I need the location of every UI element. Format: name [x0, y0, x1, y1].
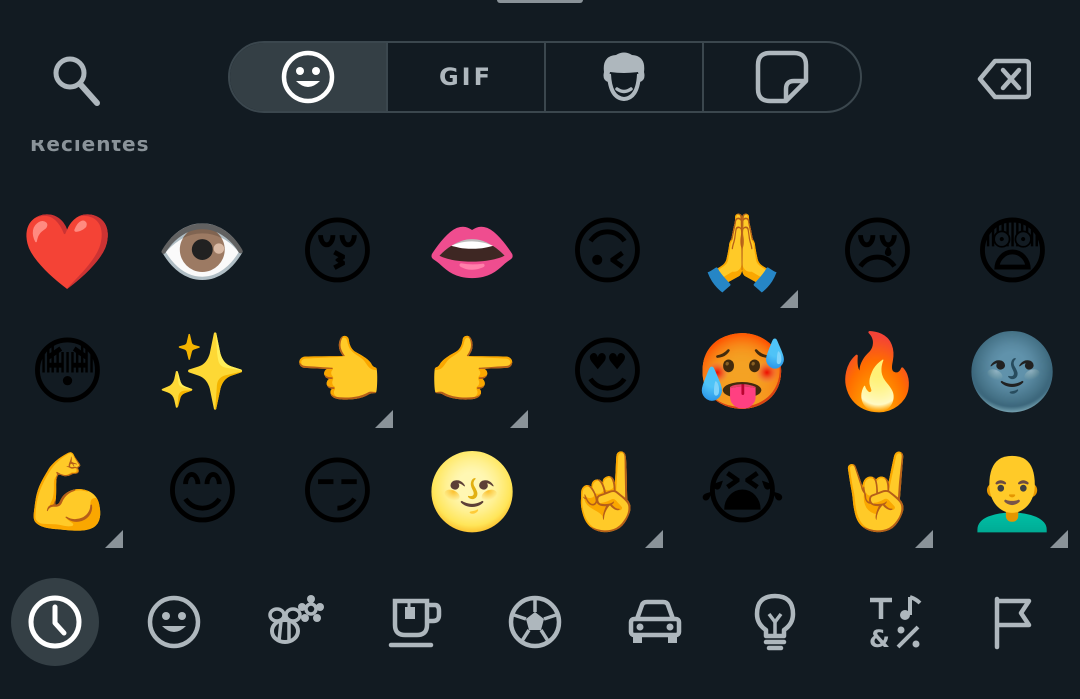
tab-avatar[interactable]: [546, 43, 704, 111]
search-icon: [53, 56, 100, 106]
skin-tone-indicator: [510, 410, 528, 428]
emoji-glyph: 👈: [291, 329, 384, 415]
lightbulb-icon: [754, 593, 796, 651]
skin-tone-indicator: [105, 530, 123, 548]
drag-handle[interactable]: [497, 0, 583, 3]
clock-icon: [28, 595, 82, 649]
category-recent[interactable]: [11, 578, 99, 666]
emoji-glyph: 😊: [163, 449, 242, 535]
emoji-key[interactable]: 😍: [540, 312, 675, 432]
emoji-glyph: 👉: [426, 329, 519, 415]
emoji-key[interactable]: ✨: [135, 312, 270, 432]
emoji-glyph: 🙃: [568, 209, 647, 295]
category-smileys[interactable]: [130, 578, 218, 666]
coffee-cup-icon: [388, 598, 442, 648]
emoji-row: ❤️ 👁️ 😚 👄 🙃 🙏 😢 😨: [0, 192, 1080, 312]
skin-tone-indicator: [1050, 530, 1068, 548]
search-button[interactable]: [44, 48, 108, 112]
emoji-row: 💪 😊 😏 🌝 ☝️ 😭 🤘 👨‍🦲: [0, 432, 1080, 552]
avatar-icon: [603, 52, 645, 102]
category-bar: &: [0, 572, 1080, 672]
category-travel-places[interactable]: [611, 578, 699, 666]
emoji-glyph: 👁️: [156, 209, 249, 295]
category-food-drink[interactable]: [372, 578, 460, 666]
emoji-glyph: ✨: [156, 329, 249, 415]
category-activities[interactable]: [491, 578, 579, 666]
tab-emoji[interactable]: [230, 43, 388, 111]
sticker-icon: [755, 50, 809, 104]
media-type-tabs: GIF: [228, 41, 862, 113]
emoji-glyph: 😚: [298, 209, 377, 295]
emoji-key[interactable]: 🌚: [945, 312, 1080, 432]
emoji-key[interactable]: 😨: [945, 192, 1080, 312]
emoji-glyph: 😢: [838, 209, 917, 295]
category-symbols[interactable]: &: [851, 578, 939, 666]
tab-gif[interactable]: GIF: [388, 43, 546, 111]
emoji-key[interactable]: 🌝: [405, 432, 540, 552]
backspace-icon: [977, 58, 1031, 100]
emoji-key[interactable]: 😚: [270, 192, 405, 312]
emoji-key[interactable]: 😳: [0, 312, 135, 432]
flag-icon: [994, 596, 1032, 650]
emoji-key[interactable]: 🥵: [675, 312, 810, 432]
smiley-icon: [147, 595, 201, 649]
emoji-glyph: 😏: [298, 449, 377, 535]
tab-sticker[interactable]: [704, 43, 860, 111]
bee-flower-icon: [268, 595, 324, 644]
car-icon: [628, 599, 682, 643]
emoji-key[interactable]: 👁️: [135, 192, 270, 312]
emoji-glyph: 🌝: [426, 449, 519, 535]
emoji-key[interactable]: 👉: [405, 312, 540, 432]
emoji-key[interactable]: 😢: [810, 192, 945, 312]
backspace-button[interactable]: [972, 50, 1036, 108]
emoji-key[interactable]: 😊: [135, 432, 270, 552]
category-flags[interactable]: [970, 578, 1058, 666]
emoji-glyph: ❤️: [21, 209, 114, 295]
emoji-glyph: 🥵: [696, 329, 789, 415]
emoji-key[interactable]: ❤️: [0, 192, 135, 312]
emoji-key[interactable]: 🙃: [540, 192, 675, 312]
emoji-row: 😳 ✨ 👈 👉 😍 🥵 🔥 🌚: [0, 312, 1080, 432]
skin-tone-indicator: [375, 410, 393, 428]
emoji-glyph: ☝️: [561, 449, 654, 535]
emoji-glyph: 😳: [28, 329, 107, 415]
skin-tone-indicator: [915, 530, 933, 548]
skin-tone-indicator: [780, 290, 798, 308]
section-title: Recientes: [30, 140, 190, 162]
emoji-glyph: 👨‍🦲: [966, 449, 1059, 535]
emoji-glyph: 🔥: [831, 329, 924, 415]
category-objects[interactable]: [731, 578, 819, 666]
emoji-key[interactable]: 💪: [0, 432, 135, 552]
skin-tone-indicator: [645, 530, 663, 548]
symbols-icon: &: [869, 595, 922, 651]
emoji-glyph: 😨: [973, 209, 1052, 295]
smiley-icon: [281, 50, 335, 104]
emoji-grid: ❤️ 👁️ 😚 👄 🙃 🙏 😢 😨 😳 ✨ 👈 👉 😍 🥵 🔥 🌚 💪 😊 😏 🌝 ☝️ 😭 🤘 👨‍🦲: [0, 192, 1080, 552]
emoji-glyph: 😍: [568, 329, 647, 415]
emoji-key[interactable]: 🔥: [810, 312, 945, 432]
emoji-glyph: 💪: [21, 449, 114, 535]
gif-label: GIF: [438, 63, 494, 91]
emoji-key[interactable]: 🤘: [810, 432, 945, 552]
section-title-text: Recientes: [30, 140, 150, 156]
emoji-keyboard-panel: GIF Recientes ❤️ 👁️ 😚 👄 🙃 🙏 😢 😨 😳 ✨ 👈 👉: [0, 0, 1080, 699]
emoji-key[interactable]: 👈: [270, 312, 405, 432]
category-animals-nature[interactable]: [250, 578, 338, 666]
emoji-glyph: 🌚: [966, 329, 1059, 415]
emoji-glyph: 🙏: [696, 209, 789, 295]
emoji-key[interactable]: ☝️: [540, 432, 675, 552]
emoji-glyph: 👄: [426, 209, 519, 295]
emoji-key[interactable]: 👨‍🦲: [945, 432, 1080, 552]
emoji-key[interactable]: 🙏: [675, 192, 810, 312]
emoji-key[interactable]: 😏: [270, 432, 405, 552]
soccer-ball-icon: [508, 595, 562, 649]
emoji-glyph: 😭: [699, 449, 786, 535]
emoji-glyph: 🤘: [831, 449, 924, 535]
emoji-key[interactable]: 😭: [675, 432, 810, 552]
svg-text:&: &: [869, 625, 890, 651]
emoji-key[interactable]: 👄: [405, 192, 540, 312]
